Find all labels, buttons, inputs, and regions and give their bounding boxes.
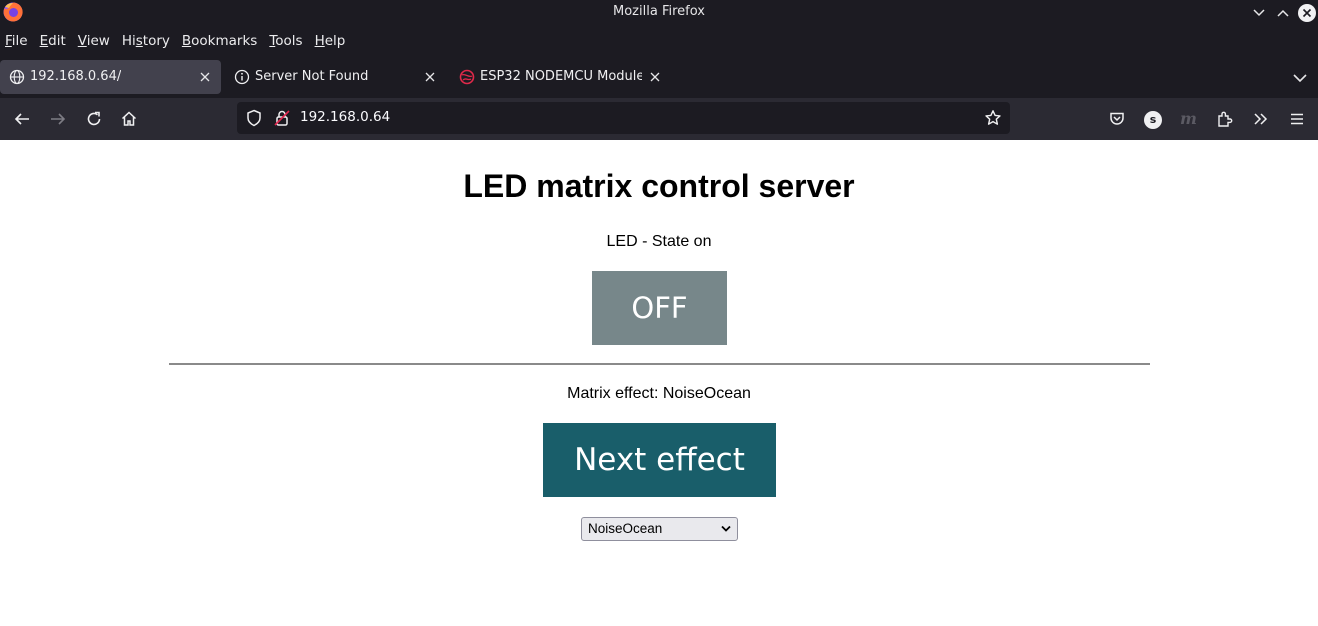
close-window-icon[interactable]	[1297, 3, 1317, 23]
globe-icon	[9, 69, 25, 85]
overflow-chevrons-icon[interactable]	[1250, 108, 1272, 130]
menu-help[interactable]: Help	[315, 33, 346, 49]
tab-192-168-0-64[interactable]: 192.168.0.64/	[0, 60, 221, 94]
tab-server-not-found[interactable]: Server Not Found	[225, 60, 446, 94]
info-icon	[234, 69, 250, 85]
extensions-puzzle-icon[interactable]	[1214, 108, 1236, 130]
insecure-lock-icon[interactable]	[273, 109, 291, 127]
page-title: LED matrix control server	[463, 168, 855, 204]
tab-label: ESP32 NODEMCU Module	[480, 69, 642, 84]
home-icon[interactable]	[118, 108, 140, 130]
maximize-icon[interactable]	[1273, 3, 1293, 23]
menu-history[interactable]: History	[122, 33, 170, 49]
site-favicon-icon	[459, 69, 475, 85]
navigation-toolbar: 192.168.0.64	[0, 98, 1318, 140]
tab-label: Server Not Found	[255, 69, 369, 84]
close-tab-icon[interactable]	[422, 69, 438, 85]
chevron-down-icon	[721, 525, 731, 532]
close-tab-icon[interactable]	[647, 69, 663, 85]
menu-tools[interactable]: Tools	[269, 33, 302, 49]
matrix-effect-text: Matrix effect: NoiseOcean	[567, 385, 751, 402]
tab-label: 192.168.0.64/	[30, 69, 122, 84]
menu-bookmarks[interactable]: Bookmarks	[182, 33, 257, 49]
close-tab-icon[interactable]	[197, 69, 213, 85]
window-title: Mozilla Firefox	[613, 4, 705, 19]
menu-file[interactable]: File	[5, 33, 28, 49]
address-bar[interactable]: 192.168.0.64	[237, 102, 1010, 134]
url-text[interactable]: 192.168.0.64	[300, 109, 390, 125]
back-arrow-icon[interactable]	[11, 108, 33, 130]
tracking-protection-shield-icon[interactable]	[245, 109, 263, 127]
bookmark-star-icon[interactable]	[984, 109, 1002, 127]
led-state-text: LED - State on	[606, 233, 712, 250]
effect-select-value: NoiseOcean	[588, 521, 663, 536]
minimize-icon[interactable]	[1249, 3, 1269, 23]
reload-icon[interactable]	[83, 108, 105, 130]
page-content: LED matrix control server LED - State on…	[0, 140, 1318, 626]
extension-m-icon[interactable]: m	[1180, 109, 1197, 128]
pocket-icon[interactable]	[1106, 108, 1128, 130]
menu-view[interactable]: View	[78, 33, 110, 49]
divider	[169, 363, 1150, 365]
tab-strip: 192.168.0.64/ Server Not Found ESP32 NOD…	[0, 56, 1318, 98]
account-avatar[interactable]: s	[1144, 111, 1162, 129]
list-all-tabs-icon[interactable]	[1290, 68, 1310, 88]
menu-bar: File Edit View History Bookmarks Tools H…	[0, 26, 1318, 56]
forward-arrow-icon[interactable]	[47, 108, 69, 130]
hamburger-menu-icon[interactable]	[1286, 108, 1308, 130]
effect-select[interactable]: NoiseOcean	[581, 517, 738, 541]
tab-esp32-nodemcu[interactable]: ESP32 NODEMCU Module	[450, 60, 671, 94]
led-off-button[interactable]: OFF	[592, 271, 727, 345]
menu-edit[interactable]: Edit	[40, 33, 66, 49]
window-titlebar: Mozilla Firefox	[0, 0, 1318, 26]
next-effect-button[interactable]: Next effect	[543, 423, 776, 497]
